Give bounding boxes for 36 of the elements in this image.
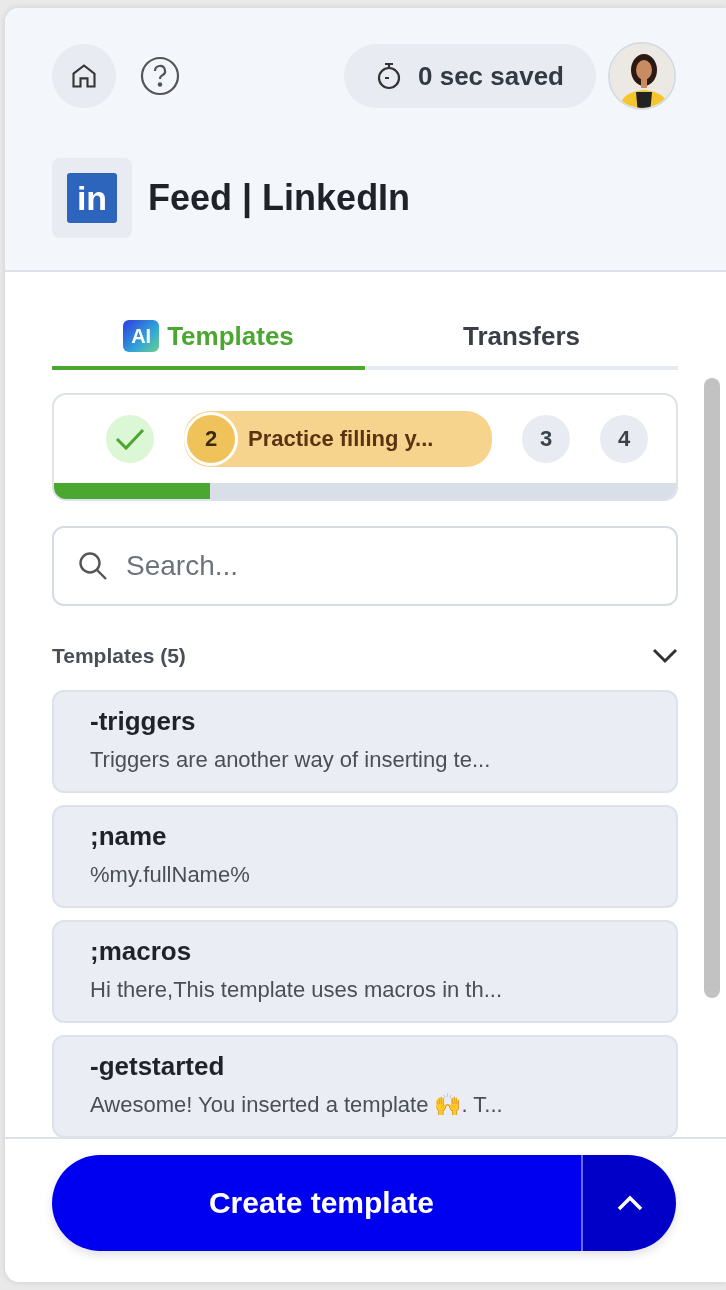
template-item[interactable]: ;macros Hi there,This template uses macros in th... [52, 920, 678, 1023]
template-item[interactable]: -getstarted Awesome! You inserted a template 🙌. T... [52, 1035, 678, 1137]
current-step[interactable]: 2 Practice filling y... [184, 411, 492, 467]
template-shortcut: ;name [90, 821, 168, 852]
completed-step[interactable] [106, 415, 154, 463]
template-preview: Triggers are another way of inserting te... [90, 747, 492, 773]
template-shortcut: ;macros [90, 936, 193, 967]
step-number[interactable]: 3 [522, 415, 570, 463]
home-icon [70, 62, 98, 90]
stopwatch-icon [376, 62, 402, 90]
template-shortcut: -triggers [90, 706, 197, 737]
template-item[interactable]: -triggers Triggers are another way of inserting te... [52, 690, 678, 793]
step-number[interactable]: 4 [600, 415, 648, 463]
template-preview: %my.fullName% [90, 862, 251, 888]
create-template-button[interactable]: Create template [52, 1155, 581, 1251]
ai-badge: AI [123, 320, 160, 352]
page-title: Feed | LinkedIn [148, 177, 411, 219]
step-number: 2 [184, 412, 238, 466]
template-preview: Awesome! You inserted a template 🙌. T... [90, 1092, 504, 1118]
help-icon [140, 56, 180, 96]
collapse-button[interactable] [652, 648, 678, 664]
template-shortcut: -getstarted [90, 1051, 226, 1082]
section-title: Templates (5) [52, 644, 186, 668]
search-field[interactable]: Search... [52, 526, 678, 606]
more-options-button[interactable] [581, 1155, 676, 1251]
scrollbar-thumb[interactable] [704, 378, 720, 998]
template-item[interactable]: ;name %my.fullName% [52, 805, 678, 908]
search-icon [78, 551, 108, 581]
site-logo: in [67, 173, 117, 223]
chevron-icon [652, 648, 678, 664]
template-preview: Hi there,This template uses macros in th... [90, 977, 504, 1003]
checkmark-icon [115, 427, 145, 451]
step-label: Practice filling y... [248, 426, 434, 452]
caret-icon [616, 1195, 643, 1211]
time-saved-button[interactable]: 0 sec saved [344, 44, 596, 108]
tab[interactable]: Transfers [365, 320, 678, 370]
